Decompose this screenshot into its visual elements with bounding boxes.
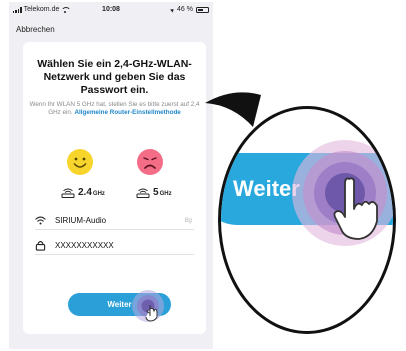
band-5ghz: 5 GHz [136, 188, 172, 198]
status-right: 46 % [170, 6, 209, 13]
magnifier-pointer [205, 92, 261, 127]
router-settings-link[interactable]: Allgemeine Router-Einstellmethode [74, 109, 180, 116]
band-value: 2.4 [78, 187, 92, 198]
status-bar: Telekom.de 10:08 46 % [9, 2, 213, 18]
band-unit: GHz [159, 191, 172, 197]
password-field[interactable]: XXXXXXXXXXX [35, 237, 194, 255]
wifi-switch-icon[interactable]: Bg [185, 218, 192, 224]
wifi-setup-card: Wählen Sie ein 2,4-GHz-WLAN-Netzwerk und… [23, 42, 206, 334]
band-unit: GHz [92, 191, 105, 197]
location-icon [170, 7, 176, 12]
wifi-icon [35, 216, 46, 225]
magnifier-zoom: Weiter [218, 106, 396, 334]
password-value: XXXXXXXXXXX [55, 241, 114, 250]
router-icon [61, 188, 75, 198]
touch-indicator-icon [292, 140, 393, 246]
battery-icon [196, 6, 209, 13]
hint-text: Wenn Ihr WLAN 5 GHz hat, stellen Sie es … [29, 101, 200, 117]
band-value: 5 [153, 187, 159, 198]
smiley-happy-icon [66, 148, 94, 176]
phone-screen: Telekom.de 10:08 46 % Abbrechen Wählen S… [9, 2, 213, 349]
wifi-ssid-field[interactable]: SIRIUM-Audio Bg [35, 212, 194, 230]
router-icon [136, 188, 150, 198]
page-title: Wählen Sie ein 2,4-GHz-WLAN-Netzwerk und… [37, 58, 192, 96]
lock-icon [35, 241, 46, 251]
touch-indicator-icon [132, 290, 164, 322]
cancel-button[interactable]: Abbrechen [16, 25, 55, 34]
smiley-sad-icon [136, 148, 164, 176]
wifi-ssid-value: SIRIUM-Audio [55, 216, 107, 225]
band-2-4ghz: 2.4 GHz [61, 188, 105, 198]
battery-percent: 46 % [177, 6, 193, 13]
